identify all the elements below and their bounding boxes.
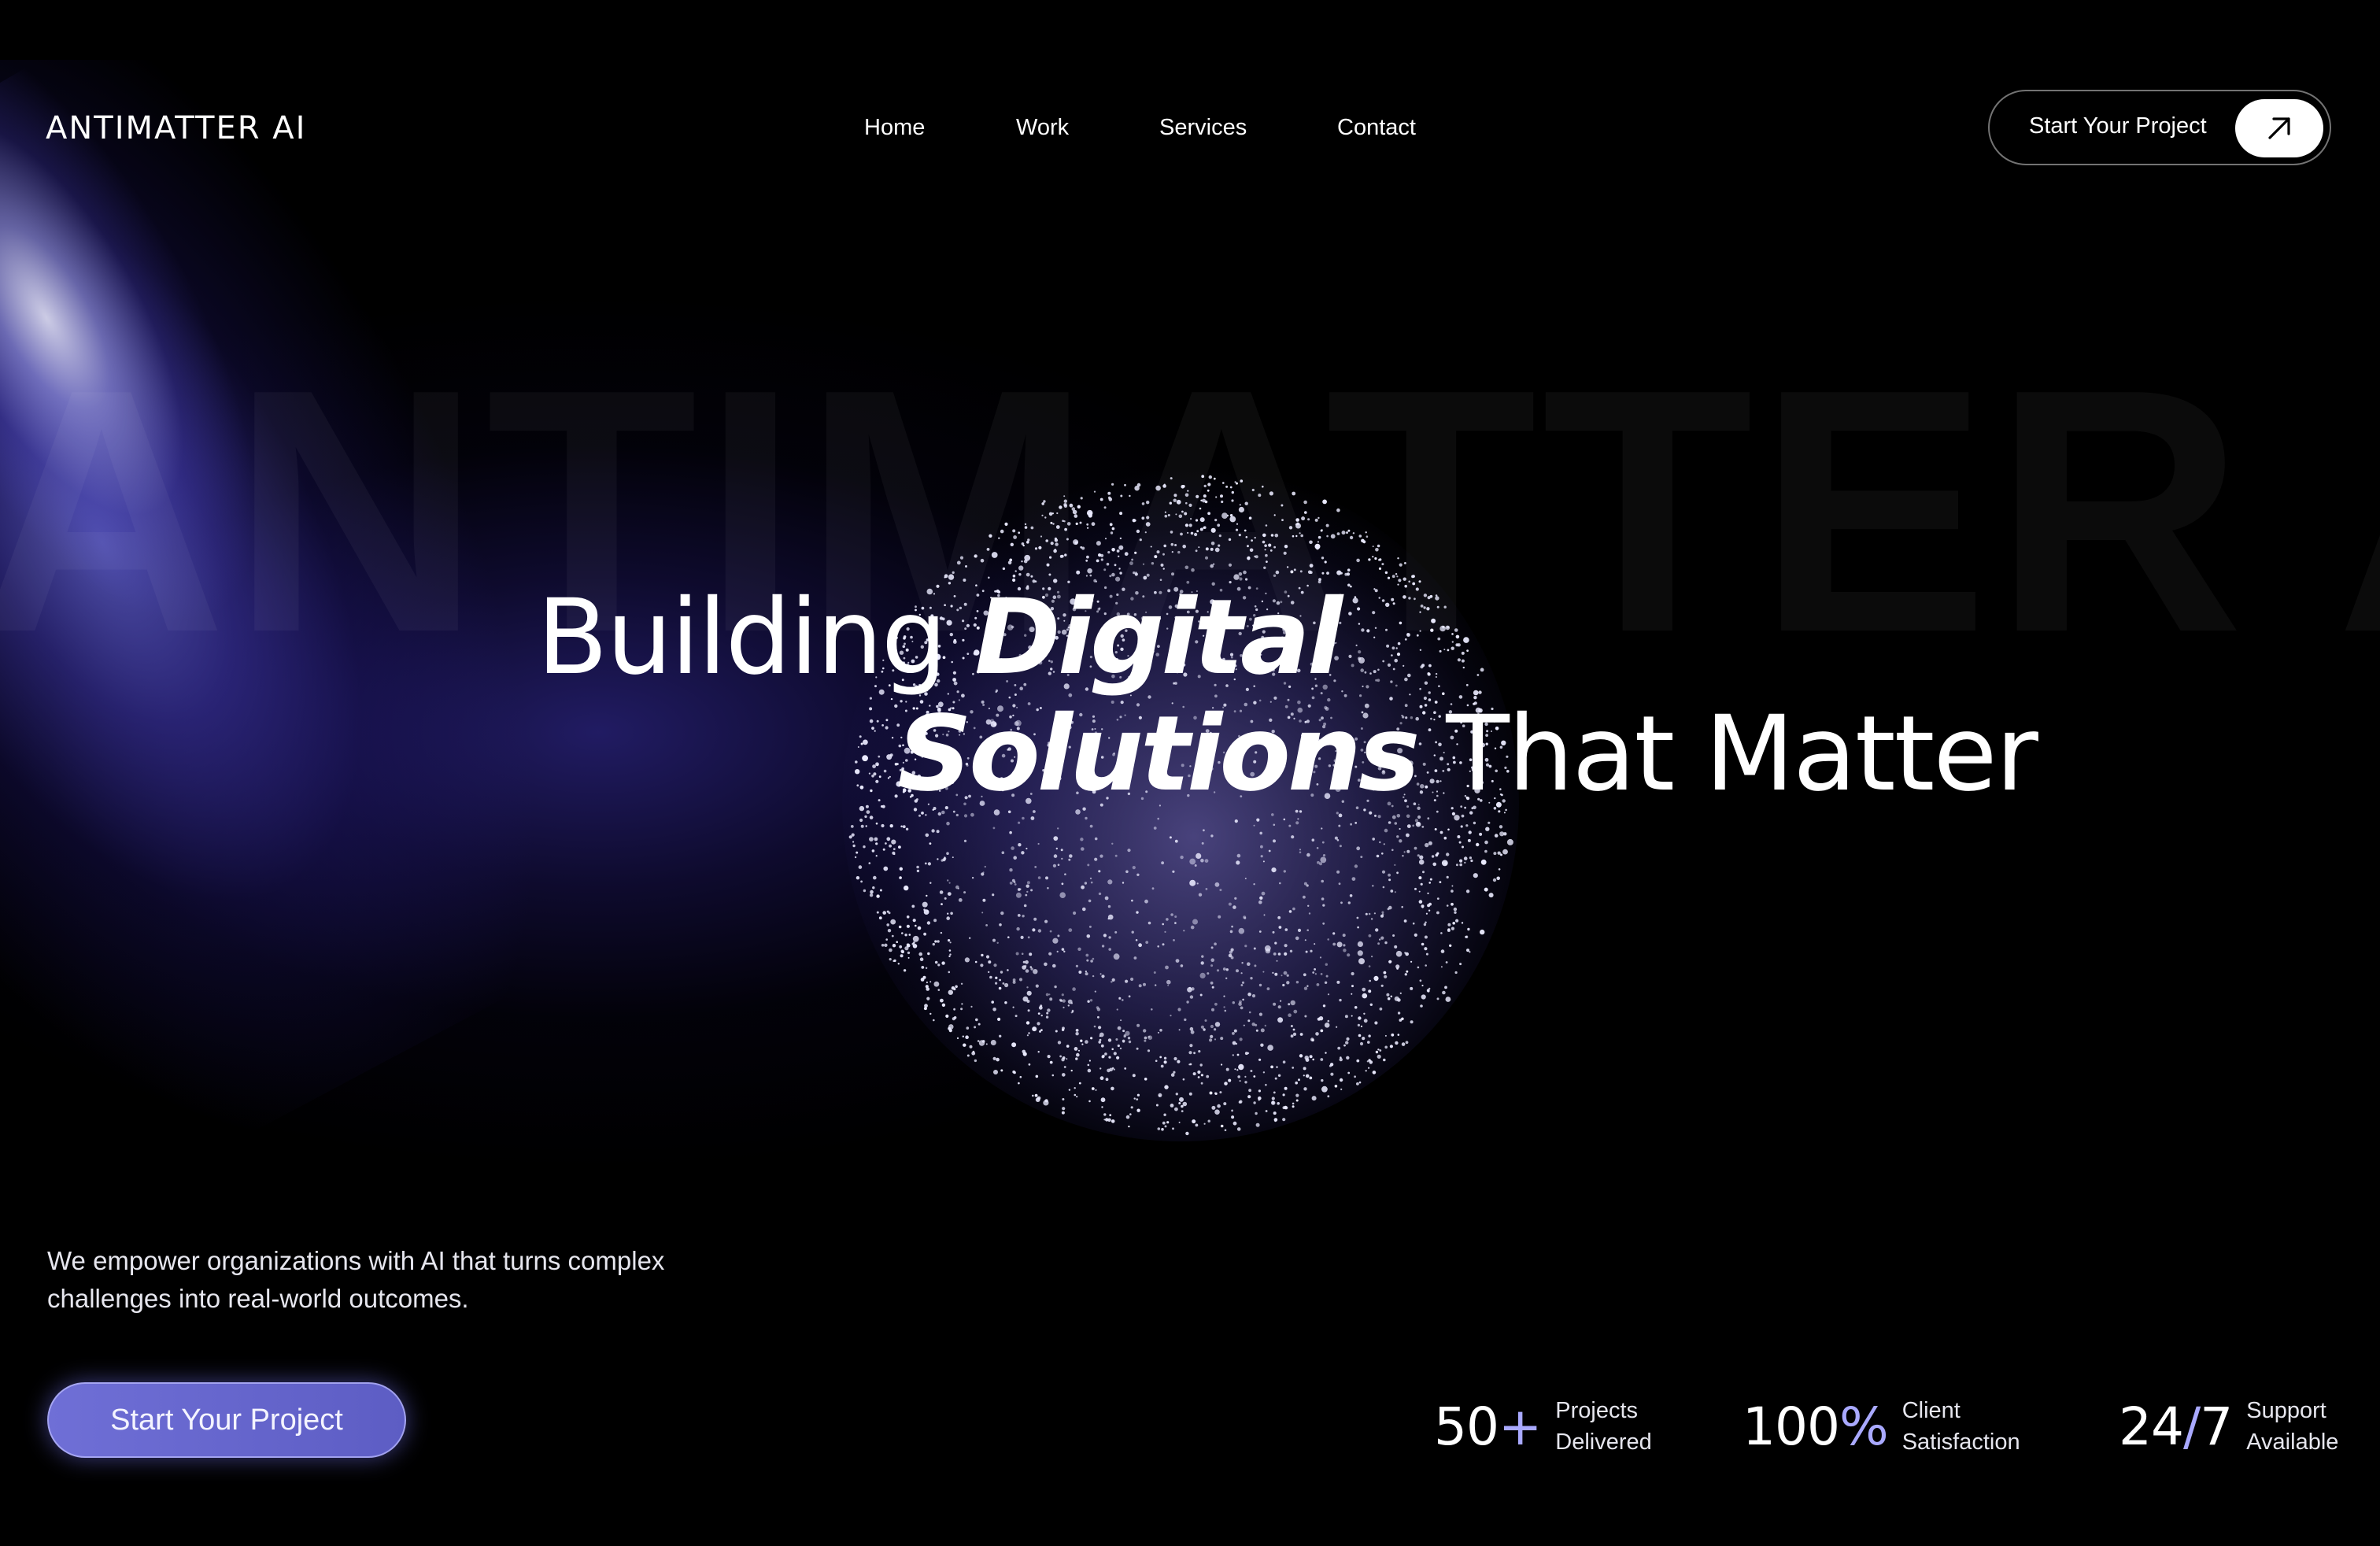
headline-word-building: Building — [537, 577, 947, 698]
headline-word-solutions: Solutions — [897, 693, 1421, 815]
stat-label: Projects Delivered — [1555, 1398, 1652, 1455]
nav-work[interactable]: Work — [1016, 115, 1069, 141]
headline-word-that-matter: That Matter — [1446, 693, 2038, 815]
stat-satisfaction: 100% Client Satisfaction — [1743, 1395, 2020, 1458]
hero-headline-line-2: Solutions That Matter — [897, 702, 2038, 806]
top-bar — [0, 0, 2380, 60]
stat-support: 24/7 Support Available — [2119, 1395, 2338, 1458]
stat-value: 24/7 — [2119, 1396, 2233, 1457]
stat-projects: 50+ Projects Delivered — [1434, 1395, 1652, 1458]
hero-headline-line-1: Building Digital — [537, 586, 1343, 690]
headline-word-digital: Digital — [974, 577, 1343, 698]
hero-start-project-button[interactable]: Start Your Project — [47, 1382, 406, 1458]
description-line-1: We empower organizations with AI that tu… — [47, 1246, 665, 1275]
stat-label: Client Satisfaction — [1901, 1398, 2020, 1455]
stat-value: 100% — [1743, 1396, 1889, 1457]
landing-page: ANTIMATTER AI ANTIMATTER AI Home Work Se… — [0, 0, 2380, 1546]
nav-services[interactable]: Services — [1159, 115, 1247, 141]
stat-value: 50+ — [1434, 1396, 1542, 1457]
hero-cta-label: Start Your Project — [110, 1403, 343, 1437]
arrow-up-right-icon — [2235, 99, 2323, 157]
nav-contact[interactable]: Contact — [1337, 115, 1416, 141]
header-cta-label: Start Your Project — [2029, 113, 2207, 139]
description-line-2: challenges into real-world outcomes. — [47, 1284, 469, 1313]
header-start-project-button[interactable]: Start Your Project — [1988, 90, 2331, 165]
nav-home[interactable]: Home — [864, 115, 925, 141]
hero-description: We empower organizations with AI that tu… — [47, 1242, 756, 1318]
stat-label: Support Available — [2246, 1398, 2339, 1455]
brand-logo[interactable]: ANTIMATTER AI — [46, 110, 306, 146]
